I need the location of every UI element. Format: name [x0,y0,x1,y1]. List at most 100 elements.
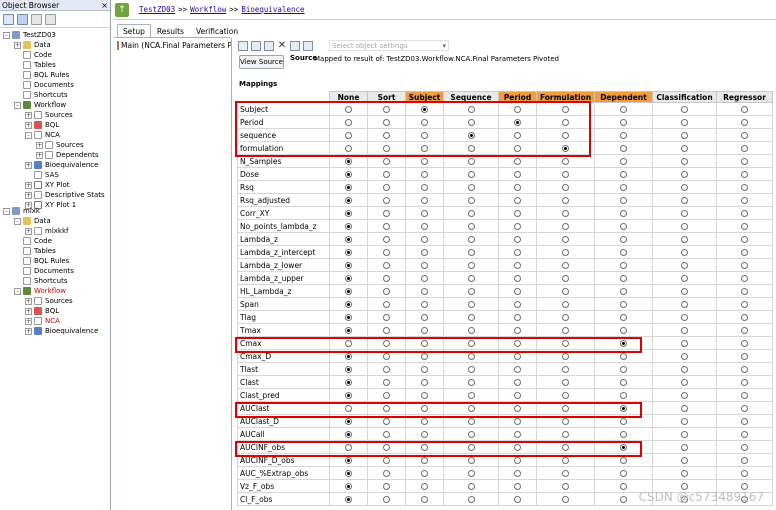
radio-formulation[interactable] [562,430,569,438]
radio-subject[interactable] [421,131,428,139]
collapse-icon[interactable]: - [14,217,21,225]
radio-classification[interactable] [681,235,688,243]
tree-item[interactable]: + Bioequivalence [25,326,98,336]
radio-subject[interactable] [421,300,428,308]
radio-formulation[interactable] [562,365,569,373]
radio-subject[interactable] [421,170,428,178]
radio-none[interactable] [345,339,352,347]
radio-regressor[interactable] [741,274,748,282]
radio-sequence[interactable] [467,274,475,282]
radio-dependent[interactable] [620,300,627,308]
radio-subject[interactable] [421,183,428,191]
radio-none[interactable] [345,430,352,438]
radio-regressor[interactable] [741,469,748,477]
tree-item[interactable]: Tables [14,246,56,256]
radio-classification[interactable] [681,352,688,360]
radio-sequence[interactable] [467,313,475,321]
radio-subject[interactable] [421,404,428,412]
radio-formulation[interactable] [562,300,569,308]
radio-regressor[interactable] [741,430,748,438]
radio-period[interactable] [514,391,521,399]
radio-sort[interactable] [383,157,390,165]
radio-sequence[interactable] [467,443,475,451]
radio-none[interactable] [345,144,352,152]
radio-regressor[interactable] [741,287,748,295]
radio-formulation[interactable] [562,287,569,295]
radio-regressor[interactable] [741,404,748,412]
radio-sequence[interactable] [467,326,475,334]
breadcrumb-link-project[interactable]: TestZD03 [139,5,175,14]
radio-sequence[interactable] [467,118,475,126]
radio-sequence[interactable] [467,222,475,230]
radio-sort[interactable] [383,404,390,412]
radio-sort[interactable] [383,287,390,295]
radio-sort[interactable] [383,443,390,451]
radio-sort[interactable] [383,430,390,438]
radio-sort[interactable] [383,313,390,321]
radio-formulation[interactable] [562,378,569,386]
radio-regressor[interactable] [741,235,748,243]
radio-classification[interactable] [681,417,688,425]
radio-regressor[interactable] [741,209,748,217]
radio-none[interactable] [345,300,352,308]
radio-none[interactable] [345,196,352,204]
radio-sequence[interactable] [467,235,475,243]
radio-subject[interactable] [421,248,428,256]
browser-view-icon[interactable] [17,13,28,25]
radio-classification[interactable] [681,300,688,308]
radio-period[interactable] [514,495,521,503]
radio-regressor[interactable] [741,313,748,321]
radio-regressor[interactable] [741,352,748,360]
radio-sequence[interactable] [467,248,475,256]
radio-dependent[interactable] [620,261,627,269]
radio-regressor[interactable] [741,144,748,152]
radio-dependent[interactable] [620,131,627,139]
radio-none[interactable] [345,157,352,165]
radio-sequence[interactable] [467,456,475,464]
radio-classification[interactable] [681,378,688,386]
expand-icon[interactable]: + [36,141,43,149]
radio-formulation[interactable] [562,131,569,139]
view-source-button[interactable]: View Source [239,55,284,69]
radio-sort[interactable] [383,209,390,217]
tree-item[interactable]: - mlxk [3,206,40,216]
radio-subject[interactable] [421,391,428,399]
radio-sort[interactable] [383,300,390,308]
radio-formulation[interactable] [562,183,569,191]
radio-none[interactable] [345,131,352,139]
radio-period[interactable] [514,105,521,113]
radio-subject[interactable] [421,157,428,165]
expand-icon[interactable]: + [36,151,43,159]
radio-none[interactable] [345,183,352,191]
new-project-icon[interactable] [3,13,14,25]
close-icon[interactable]: × [101,0,108,11]
radio-none[interactable] [345,443,352,451]
tree-item[interactable]: - Workflow [14,100,66,110]
tree-item[interactable]: BQL Rules [14,256,69,266]
radio-sort[interactable] [383,222,390,230]
radio-sequence[interactable] [467,144,475,152]
open-folder-icon[interactable] [238,41,248,51]
radio-dependent[interactable] [620,339,627,347]
expand-icon[interactable]: + [25,327,32,335]
radio-formulation[interactable] [562,144,569,152]
delete-icon[interactable]: ✕ [277,41,287,51]
radio-sequence[interactable] [467,105,475,113]
radio-period[interactable] [514,326,521,334]
radio-period[interactable] [514,118,521,126]
radio-classification[interactable] [681,274,688,282]
radio-period[interactable] [514,300,521,308]
radio-sequence[interactable] [467,482,475,490]
radio-none[interactable] [345,469,352,477]
radio-dependent[interactable] [620,183,627,191]
expand-icon[interactable]: + [25,191,32,199]
radio-dependent[interactable] [620,313,627,321]
radio-none[interactable] [345,222,352,230]
radio-formulation[interactable] [562,352,569,360]
radio-dependent[interactable] [620,352,627,360]
tree-item[interactable]: + mlxkkf [25,226,68,236]
expand-icon[interactable]: + [25,181,32,189]
radio-sort[interactable] [383,326,390,334]
radio-subject[interactable] [421,209,428,217]
radio-none[interactable] [345,326,352,334]
